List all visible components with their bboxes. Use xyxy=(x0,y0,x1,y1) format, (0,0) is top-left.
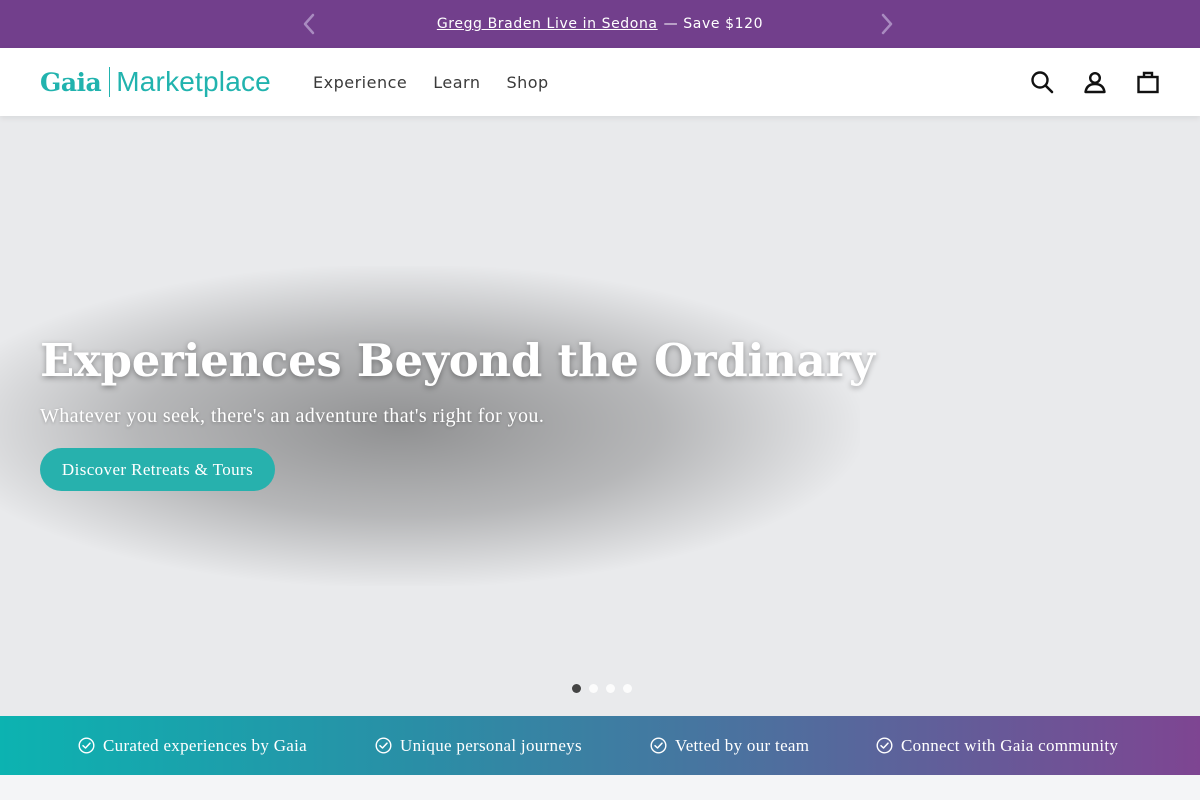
account-icon xyxy=(1084,71,1106,94)
page-content-start xyxy=(0,775,1200,800)
hero-subtitle: Whatever you seek, there's an adventure … xyxy=(40,405,545,427)
check-circle-icon xyxy=(78,737,95,754)
slide-dot-2[interactable] xyxy=(589,684,598,693)
cart-icon xyxy=(1137,71,1159,94)
check-circle-icon xyxy=(876,737,893,754)
announcement-message: Gregg Braden Live in Sedona — Save $120 xyxy=(437,16,763,32)
discover-retreats-button[interactable]: Discover Retreats & Tours xyxy=(40,448,275,491)
hero-banner: Experiences Beyond the Ordinary Whatever… xyxy=(0,116,1200,716)
chevron-left-icon xyxy=(303,13,315,35)
nav-item-experience[interactable]: Experience xyxy=(300,73,420,92)
nav-item-shop[interactable]: Shop xyxy=(493,73,561,92)
announcement-suffix: — Save $120 xyxy=(663,16,764,32)
feature-item: Curated experiences by Gaia xyxy=(78,716,307,775)
announcement-bar: Gregg Braden Live in Sedona — Save $120 xyxy=(0,0,1200,48)
site-logo[interactable]: Gaia Marketplace xyxy=(40,66,271,98)
announcement-link[interactable]: Gregg Braden Live in Sedona xyxy=(437,16,658,32)
slide-dot-1[interactable] xyxy=(572,684,581,693)
features-strip: Curated experiences by Gaia Unique perso… xyxy=(0,716,1200,775)
feature-item: Unique personal journeys xyxy=(375,716,582,775)
feature-item: Vetted by our team xyxy=(650,716,809,775)
logo-subtitle: Marketplace xyxy=(116,66,271,97)
feature-label: Connect with Gaia community xyxy=(901,735,1119,755)
slideshow-dots xyxy=(572,684,632,693)
feature-label: Vetted by our team xyxy=(675,735,810,755)
account-button[interactable] xyxy=(1083,70,1107,94)
hero-title: Experiences Beyond the Ordinary xyxy=(40,334,875,387)
announcement-next-button[interactable] xyxy=(873,10,901,38)
check-circle-icon xyxy=(375,737,392,754)
search-button[interactable] xyxy=(1030,70,1054,94)
feature-item: Connect with Gaia community xyxy=(876,716,1118,775)
slide-dot-3[interactable] xyxy=(606,684,615,693)
main-nav: Experience Learn Shop xyxy=(300,48,562,116)
feature-label: Unique personal journeys xyxy=(400,735,582,755)
search-icon xyxy=(1031,71,1054,94)
chevron-right-icon xyxy=(881,13,893,35)
logo-brand: Gaia xyxy=(40,67,102,97)
cart-button[interactable] xyxy=(1136,70,1160,94)
announcement-prev-button[interactable] xyxy=(295,10,323,38)
check-circle-icon xyxy=(650,737,667,754)
feature-label: Curated experiences by Gaia xyxy=(103,735,307,755)
header-actions xyxy=(1030,48,1160,116)
nav-item-learn[interactable]: Learn xyxy=(420,73,493,92)
site-header: Gaia Marketplace Experience Learn Shop xyxy=(0,48,1200,116)
logo-divider xyxy=(109,67,111,97)
slide-dot-4[interactable] xyxy=(623,684,632,693)
